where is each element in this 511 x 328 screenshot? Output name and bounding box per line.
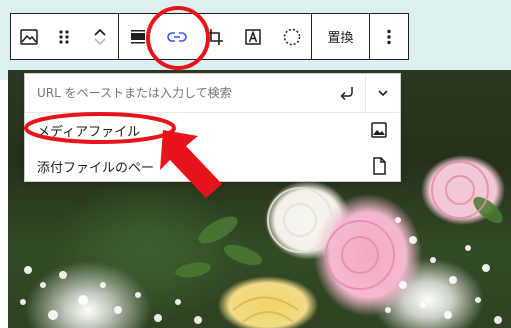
toolbar-group-more [370, 14, 408, 59]
crop-button[interactable] [200, 20, 230, 54]
image-icon [20, 28, 38, 45]
insert-link-button[interactable] [162, 20, 192, 54]
align-button[interactable] [123, 20, 153, 54]
toolbar-group-replace: 置換 [312, 14, 370, 59]
link-search-input[interactable] [25, 77, 329, 109]
suggestion-label: 添付ファイルのペー [37, 160, 155, 176]
text-overlay-icon [245, 28, 262, 45]
chevron-down-icon[interactable] [92, 37, 108, 47]
link-search-row [25, 74, 400, 113]
page-icon [373, 157, 386, 175]
move-buttons[interactable] [85, 20, 115, 54]
suggestion-media-file[interactable]: メディアファイル [25, 113, 400, 147]
toolbar-group-block [11, 14, 119, 59]
suggestion-label: メディアファイル [37, 124, 141, 140]
replace-button[interactable]: 置換 [327, 27, 353, 46]
link-popover: メディアファイル 添付ファイルのペー [24, 73, 401, 182]
drag-handle-button[interactable] [49, 20, 79, 54]
image-block-button[interactable] [14, 20, 44, 54]
chevron-up-icon[interactable] [92, 27, 108, 37]
crop-icon [206, 28, 223, 45]
duotone-button[interactable] [277, 20, 307, 54]
block-toolbar: 置換 [10, 13, 409, 60]
duotone-icon [283, 28, 300, 45]
drag-handle-icon [59, 29, 70, 44]
more-options-button[interactable] [374, 20, 404, 54]
link-icon [166, 31, 187, 42]
suggestion-attachment-page[interactable]: 添付ファイルのペー [25, 149, 400, 183]
more-vertical-icon [387, 29, 391, 44]
text-overlay-button[interactable] [238, 20, 268, 54]
chevron-down-icon [378, 90, 388, 97]
toolbar-group-tools [119, 14, 312, 59]
align-wide-icon [131, 29, 146, 43]
link-settings-toggle[interactable] [365, 75, 400, 111]
link-submit-button[interactable] [329, 75, 365, 111]
enter-icon [340, 87, 353, 101]
image-icon [371, 122, 387, 138]
